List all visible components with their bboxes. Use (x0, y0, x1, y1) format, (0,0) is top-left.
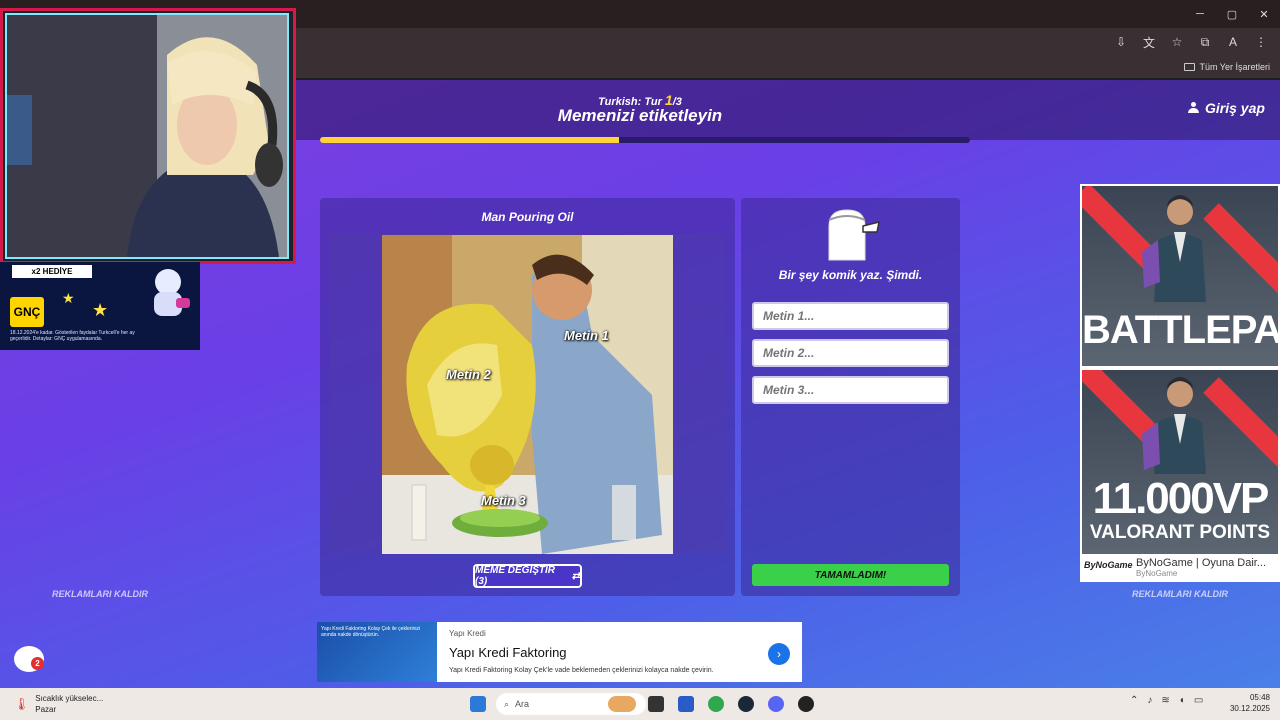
sponsor-badge: x2 HEDİYE (12, 265, 92, 278)
maximize-button[interactable]: ▢ (1216, 0, 1248, 28)
meme-label-3: Metin 3 (481, 493, 526, 508)
bottom-ad-image: Yapı Kredi Faktoring Kolay Çek ile çekle… (317, 622, 437, 682)
right-ad-banner[interactable]: BATTLEPASS 11.000VP VALORANT POINTS ByNo… (1080, 184, 1280, 582)
star-icon: ★ (92, 300, 109, 320)
swap-icon: ⇄ (571, 570, 580, 582)
taskbar-clock[interactable]: 05:48 30.12.2025 (1226, 692, 1270, 714)
meme-label-1: Metin 1 (564, 328, 609, 343)
folder-icon (1184, 63, 1196, 71)
ad-vp-amount: 11.000VP (1092, 474, 1270, 523)
meme-image: Metin 1 Metin 2 Metin 3 (382, 235, 673, 554)
meme-illustration (382, 235, 673, 554)
star-icon: ★ (62, 290, 75, 306)
taskbar-search-label: Ara (515, 699, 530, 709)
caption-panel: Bir şey komik yaz. Şimdi. TAMAMLADIM! (741, 198, 960, 596)
remove-ads-left-link[interactable]: REKLAMLARI KALDIR (30, 589, 170, 599)
astronaut-icon (154, 269, 190, 316)
meme-label-2: Metin 2 (446, 367, 491, 382)
sponsor-logo: GNÇ (10, 297, 44, 327)
profile-avatar[interactable]: A (1224, 35, 1242, 49)
ad-battlepass-text: BATTLEPASS (1082, 308, 1278, 352)
round-progress-bar (320, 137, 970, 143)
close-window-button[interactable]: ✕ (1248, 0, 1280, 28)
discord-icon[interactable] (768, 696, 784, 712)
page-title: Memenizi etiketleyin (557, 106, 723, 125)
clock-date: 30.12.2025 (1229, 704, 1270, 713)
weather-widget[interactable]: 🌡 Sıcaklık yükselec... Pazar (14, 693, 103, 715)
webcam-overlay (0, 8, 296, 264)
all-bookmarks-label: Tüm Yer İşaretleri (1199, 62, 1270, 72)
weather-line1: Sıcaklık yükselec... (35, 694, 104, 703)
meme-name: Man Pouring Oil (481, 210, 574, 224)
thermometer-icon: 🌡 (14, 697, 30, 711)
sponsor-overlay: x2 HEDİYE GNÇ ★ ★ 18.12.2024'e kadar. Gö… (0, 262, 200, 350)
ad-footer: ByNoGame ByNoGame | Oyuna Dair... ByNoGa… (1080, 554, 1280, 582)
ad-brand-logo: ByNoGame (1084, 560, 1133, 570)
webcam-feed (5, 13, 289, 259)
chrome-icon[interactable] (708, 696, 724, 712)
taskbar: 🌡 Sıcaklık yükselec... Pazar ⌕ Ara ⌃ ♪ ≋… (0, 688, 1280, 720)
tray-chevron-up-icon[interactable]: ⌃ (1130, 695, 1138, 706)
bottom-ad-description: Yapı Kredi Faktoring Kolay Çek'le vade b… (449, 667, 714, 674)
ghost-mascot-icon (828, 209, 880, 261)
streamer-image (7, 15, 287, 257)
bottom-ad-advertiser: Yapı Kredi (449, 629, 486, 638)
caption-input-3[interactable] (752, 376, 949, 404)
obs-icon[interactable] (798, 696, 814, 712)
done-button[interactable]: TAMAMLADIM! (752, 564, 949, 586)
windows-start-icon[interactable] (470, 696, 486, 712)
ad-footer-sub: ByNoGame (1136, 569, 1178, 578)
bottom-ad-headline: Yapı Kredi Faktoring (449, 645, 567, 660)
clock-time: 05:48 (1249, 693, 1270, 702)
caption-hint: Bir şey komik yaz. Şimdi. (778, 268, 923, 282)
round-progress-fill (320, 137, 619, 143)
battery-icon[interactable]: ▭ (1194, 695, 1203, 706)
steam-icon[interactable] (738, 696, 754, 712)
extensions-icon[interactable]: ⧉ (1196, 35, 1214, 50)
task-view-icon[interactable] (648, 696, 664, 712)
search-highlight-icon[interactable] (608, 696, 636, 712)
agent-figure-icon (1142, 195, 1206, 302)
search-icon: ⌕ (504, 698, 510, 709)
browser-menu-icon[interactable]: ⋮ (1252, 35, 1270, 49)
login-label: Giriş yap (1205, 100, 1265, 116)
wifi-icon[interactable]: ≋ (1161, 695, 1169, 706)
agent-figure-icon (1142, 377, 1206, 474)
bottom-ad-image-text: Yapı Kredi Faktoring Kolay Çek ile çekle… (321, 626, 421, 638)
ad-block-vp: 11.000VP VALORANT POINTS (1082, 370, 1278, 554)
all-bookmarks-link[interactable]: Tüm Yer İşaretleri (1184, 62, 1270, 72)
user-icon (1188, 102, 1199, 114)
change-meme-button[interactable]: MEME DEĞİŞTİR (3) ⇄ (473, 564, 582, 588)
caption-input-2[interactable] (752, 339, 949, 367)
caption-input-1[interactable] (752, 302, 949, 330)
chat-count-badge: 2 (31, 657, 44, 670)
meme-frame: Metin 1 Metin 2 Metin 3 (330, 234, 725, 554)
remove-ads-right-link[interactable]: REKLAMLARI KALDIR (1110, 589, 1250, 599)
sponsor-note: 18.12.2024'e kadar. Gösterilen faydalar … (10, 330, 135, 342)
bottom-ad-banner[interactable]: Yapı Kredi Faktoring Kolay Çek ile çekle… (317, 622, 802, 682)
translate-icon[interactable]: 文 (1140, 34, 1158, 51)
meme-panel: Man Pouring Oil Metin 1 Metin 2 Metin 3 … (320, 198, 735, 596)
ad-footer-title: ByNoGame | Oyuna Dair... (1136, 557, 1267, 569)
weather-line2: Pazar (35, 705, 57, 714)
chevron-right-icon[interactable]: › (768, 643, 790, 665)
login-button[interactable]: Giriş yap (1188, 100, 1265, 116)
volume-icon[interactable]: ◖ (1179, 695, 1185, 706)
ad-block-battlepass: BATTLEPASS (1082, 186, 1278, 366)
install-app-icon[interactable]: ⇩ (1112, 35, 1130, 49)
bookmark-star-icon[interactable]: ☆ (1168, 35, 1186, 49)
change-meme-label: MEME DEĞİŞTİR (3) (475, 565, 556, 587)
microphone-icon[interactable]: ♪ (1147, 695, 1152, 706)
ad-vp-sub: VALORANT POINTS (1089, 522, 1271, 543)
store-icon[interactable] (678, 696, 694, 712)
system-tray: ⌃ ♪ ≋ ◖ ▭ (1130, 695, 1203, 706)
minimize-button[interactable]: ─ (1184, 0, 1216, 28)
